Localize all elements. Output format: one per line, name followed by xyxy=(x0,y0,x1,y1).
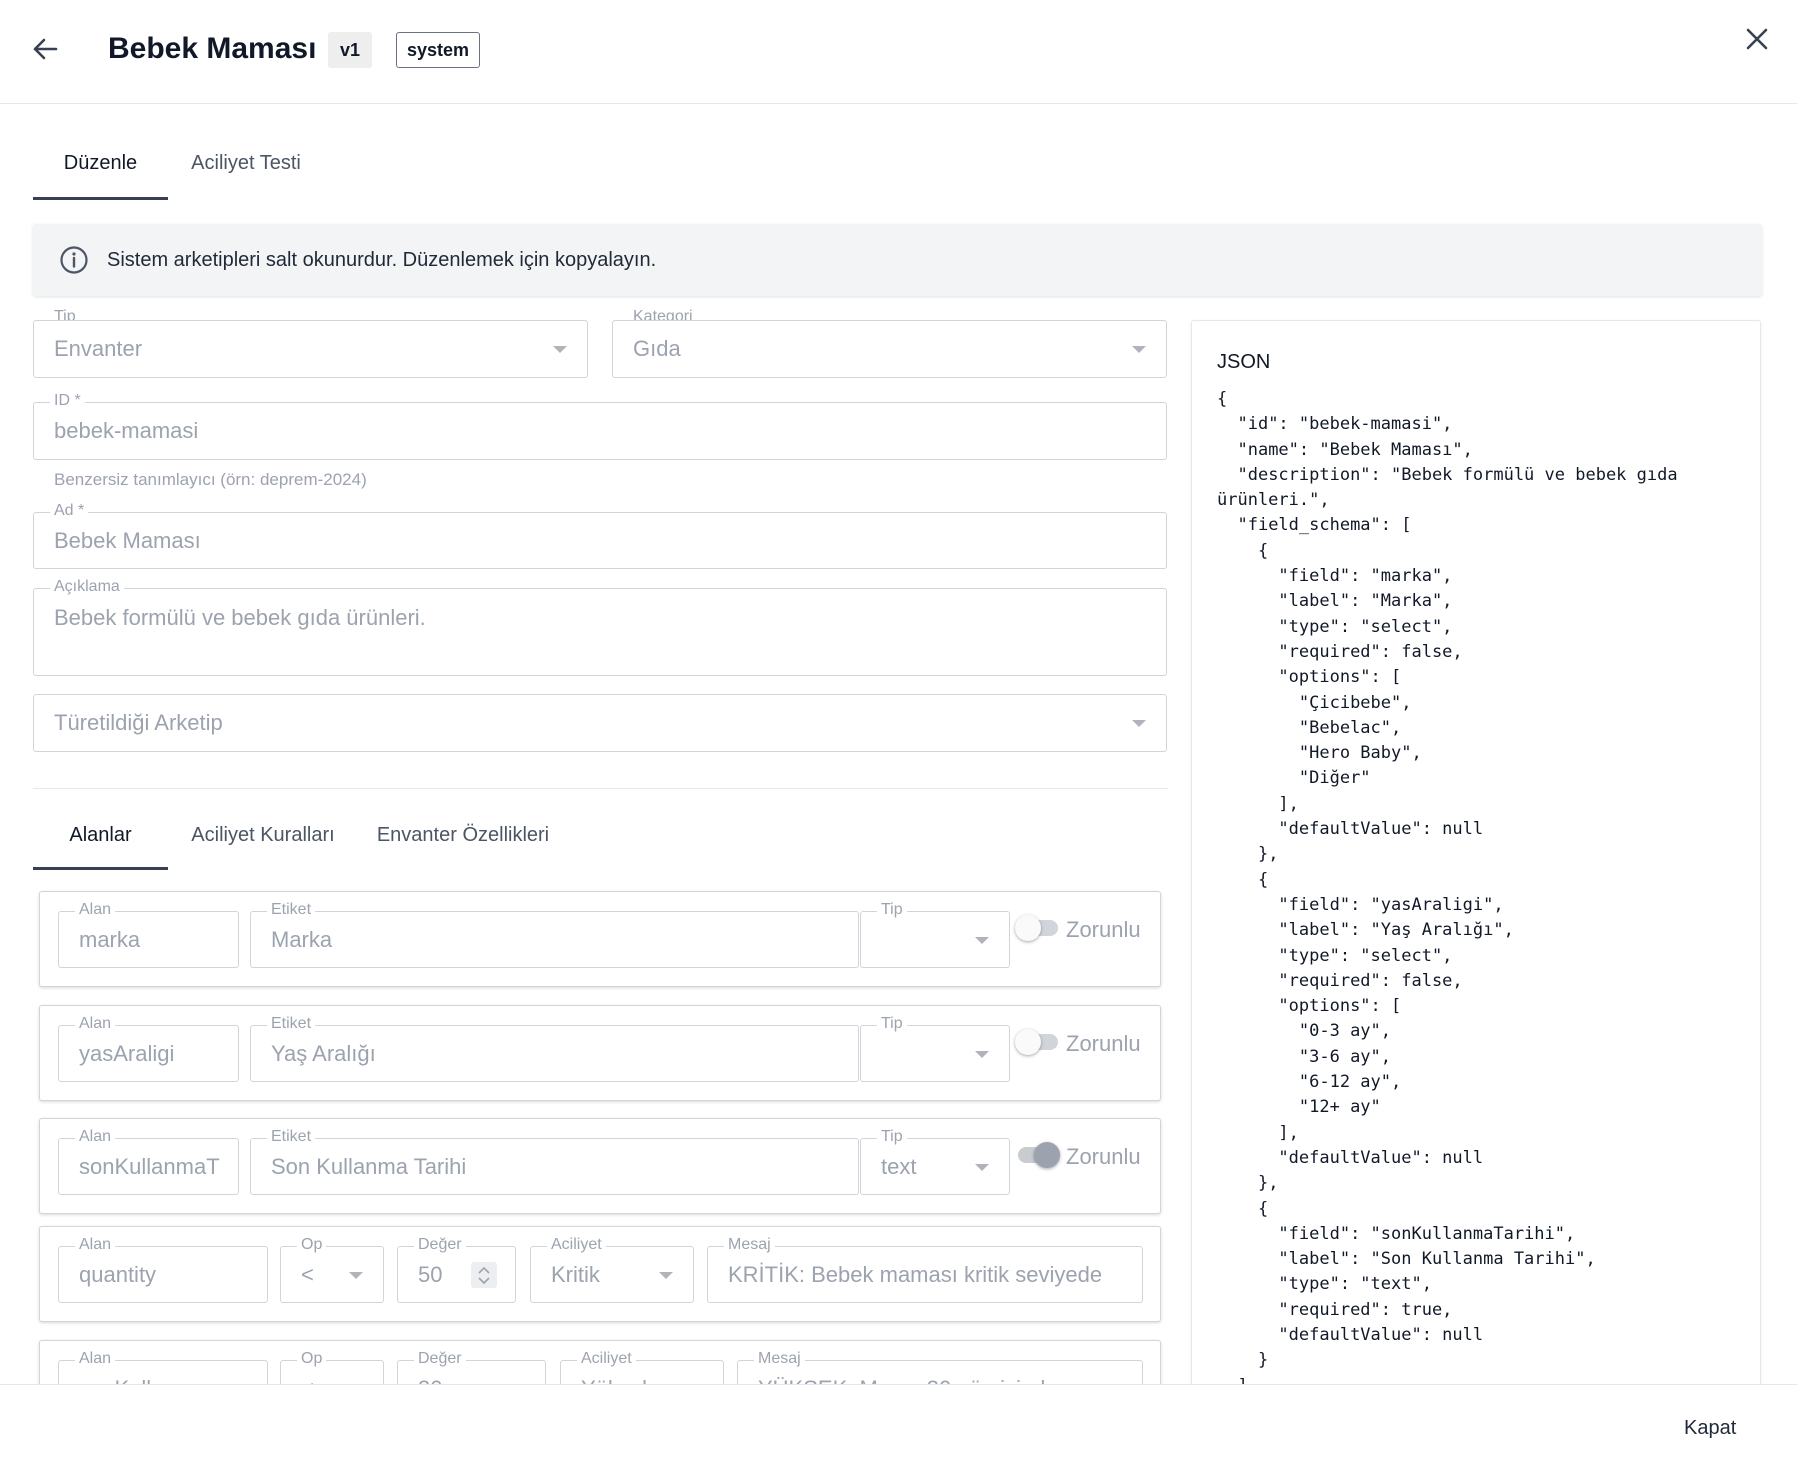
rule-alan-input[interactable]: Alan quantity xyxy=(58,1236,268,1303)
alan-value: sonKullanmaT xyxy=(79,1153,220,1179)
tip-select[interactable]: Tip xyxy=(860,1015,1010,1082)
toggle-knob xyxy=(1034,1142,1060,1168)
kapat-button[interactable]: Kapat xyxy=(1672,1411,1748,1446)
deger-number-input[interactable]: Değer 50 xyxy=(397,1236,516,1303)
chevron-down-icon xyxy=(349,1271,363,1279)
turetildigi-arketip-select[interactable]: Türetildiği Arketip xyxy=(33,694,1167,752)
aciklama-value: Bebek formülü ve bebek gıda ürünleri. xyxy=(54,605,426,630)
chevron-down-icon xyxy=(1132,720,1146,727)
tip-select[interactable]: Tip Envanter xyxy=(33,308,588,378)
version-badge: v1 xyxy=(328,32,373,68)
alan-value: marka xyxy=(79,926,141,952)
tip-value: Envanter xyxy=(54,336,143,361)
ad-field[interactable]: Ad * Bebek Maması xyxy=(33,502,1167,569)
zorunlu-label: Zorunlu xyxy=(1066,917,1141,942)
etiket-input[interactable]: Etiket Son Kullanma Tarihi xyxy=(250,1128,859,1195)
tab-alanlar[interactable]: Alanlar xyxy=(33,800,168,870)
field-card: Alan sonKullanmaT Etiket Son Kullanma Ta… xyxy=(39,1118,1161,1214)
dialog-header: Bebek Maması v1 system xyxy=(0,0,1797,104)
kategori-value: Gıda xyxy=(633,336,681,361)
id-field[interactable]: ID * bebek-mamasi xyxy=(33,392,1167,460)
back-button[interactable] xyxy=(28,32,62,66)
turetildigi-placeholder: Türetildiği Arketip xyxy=(54,710,223,735)
etiket-value: Marka xyxy=(271,926,333,952)
chevron-down-icon xyxy=(975,1050,989,1058)
aciliyet-select[interactable]: Aciliyet Kritik xyxy=(530,1236,694,1303)
etiket-input[interactable]: Etiket Yaş Aralığı xyxy=(250,1015,859,1082)
tip-label: Tip xyxy=(50,308,80,320)
chevron-down-icon xyxy=(478,1276,490,1284)
aciklama-label: Açıklama xyxy=(50,578,124,596)
dialog-footer: Kapat xyxy=(0,1384,1797,1474)
json-content: { "id": "bebek-mamasi", "name": "Bebek M… xyxy=(1217,389,1678,1390)
sub-tabs: Alanlar Aciliyet Kuralları Envanter Özel… xyxy=(33,800,568,872)
chevron-down-icon xyxy=(553,346,567,353)
zorunlu-toggle[interactable] xyxy=(1015,1029,1058,1055)
field-card: Alan marka Etiket Marka Tip Zorunlu xyxy=(39,891,1161,987)
zorunlu-toggle[interactable] xyxy=(1018,1142,1060,1168)
info-message: Sistem arketipleri salt okunurdur. Düzen… xyxy=(107,248,657,271)
ad-value: Bebek Maması xyxy=(54,527,201,553)
main-tabs: Düzenle Aciliyet Testi xyxy=(33,130,324,200)
etiket-value: Yaş Aralığı xyxy=(271,1040,376,1066)
page-title: Bebek Maması xyxy=(108,32,317,65)
kategori-select[interactable]: Kategori Gıda xyxy=(612,308,1167,378)
chevron-down-icon xyxy=(659,1271,673,1279)
tab-envanter-ozellikleri[interactable]: Envanter Özellikleri xyxy=(358,800,568,870)
mesaj-input[interactable]: Mesaj KRİTİK: Bebek maması kritik seviye… xyxy=(707,1236,1143,1303)
toggle-knob xyxy=(1015,915,1041,941)
aciklama-textarea[interactable]: Açıklama Bebek formülü ve bebek gıda ürü… xyxy=(33,578,1167,676)
zorunlu-toggle[interactable] xyxy=(1015,915,1058,941)
section-divider xyxy=(33,788,1168,789)
close-icon xyxy=(1746,28,1768,50)
json-preview-panel: JSON { "id": "bebek-mamasi", "name": "Be… xyxy=(1191,320,1761,1390)
number-stepper[interactable] xyxy=(471,1262,497,1288)
tab-aciliyet-testi[interactable]: Aciliyet Testi xyxy=(168,130,324,200)
mesaj-value: KRİTİK: Bebek maması kritik seviyede xyxy=(728,1261,1103,1287)
op-select[interactable]: Op < xyxy=(280,1236,384,1303)
id-value: bebek-mamasi xyxy=(54,418,199,443)
chevron-down-icon xyxy=(975,936,989,944)
rule-card: Alan quantity Op < Değer 50 Aciliyet Kri… xyxy=(39,1226,1161,1322)
toggle-knob xyxy=(1015,1029,1041,1055)
chevron-down-icon xyxy=(1132,346,1146,353)
chevron-up-icon xyxy=(478,1266,490,1274)
alan-input[interactable]: Alan sonKullanmaT xyxy=(58,1128,239,1195)
system-badge: system xyxy=(396,32,481,68)
id-helper-text: Benzersiz tanımlayıcı (örn: deprem-2024) xyxy=(54,470,367,489)
tab-aciliyet-kurallari[interactable]: Aciliyet Kuralları xyxy=(168,800,358,870)
alan-value: yasAraligi xyxy=(79,1040,175,1066)
alan-input[interactable]: Alan marka xyxy=(58,901,239,968)
tip-select[interactable]: Tip xyxy=(860,901,1010,968)
tab-duzenle[interactable]: Düzenle xyxy=(33,130,168,200)
zorunlu-label: Zorunlu xyxy=(1066,1031,1141,1056)
info-icon xyxy=(60,246,88,274)
close-button[interactable] xyxy=(1738,20,1776,58)
alan-input[interactable]: Alan yasAraligi xyxy=(58,1015,239,1082)
alan-value: quantity xyxy=(79,1261,157,1287)
chevron-down-icon xyxy=(975,1163,989,1171)
kategori-label: Kategori xyxy=(629,308,697,320)
arrow-left-icon xyxy=(33,38,58,60)
etiket-input[interactable]: Etiket Marka xyxy=(250,901,859,968)
field-card: Alan yasAraligi Etiket Yaş Aralığı Tip Z… xyxy=(39,1005,1161,1101)
json-title: JSON xyxy=(1217,351,1271,373)
etiket-value: Son Kullanma Tarihi xyxy=(271,1153,467,1179)
zorunlu-label: Zorunlu xyxy=(1066,1144,1141,1169)
info-alert: Sistem arketipleri salt okunurdur. Düzen… xyxy=(33,224,1762,296)
tip-select[interactable]: Tip text xyxy=(860,1128,1010,1195)
